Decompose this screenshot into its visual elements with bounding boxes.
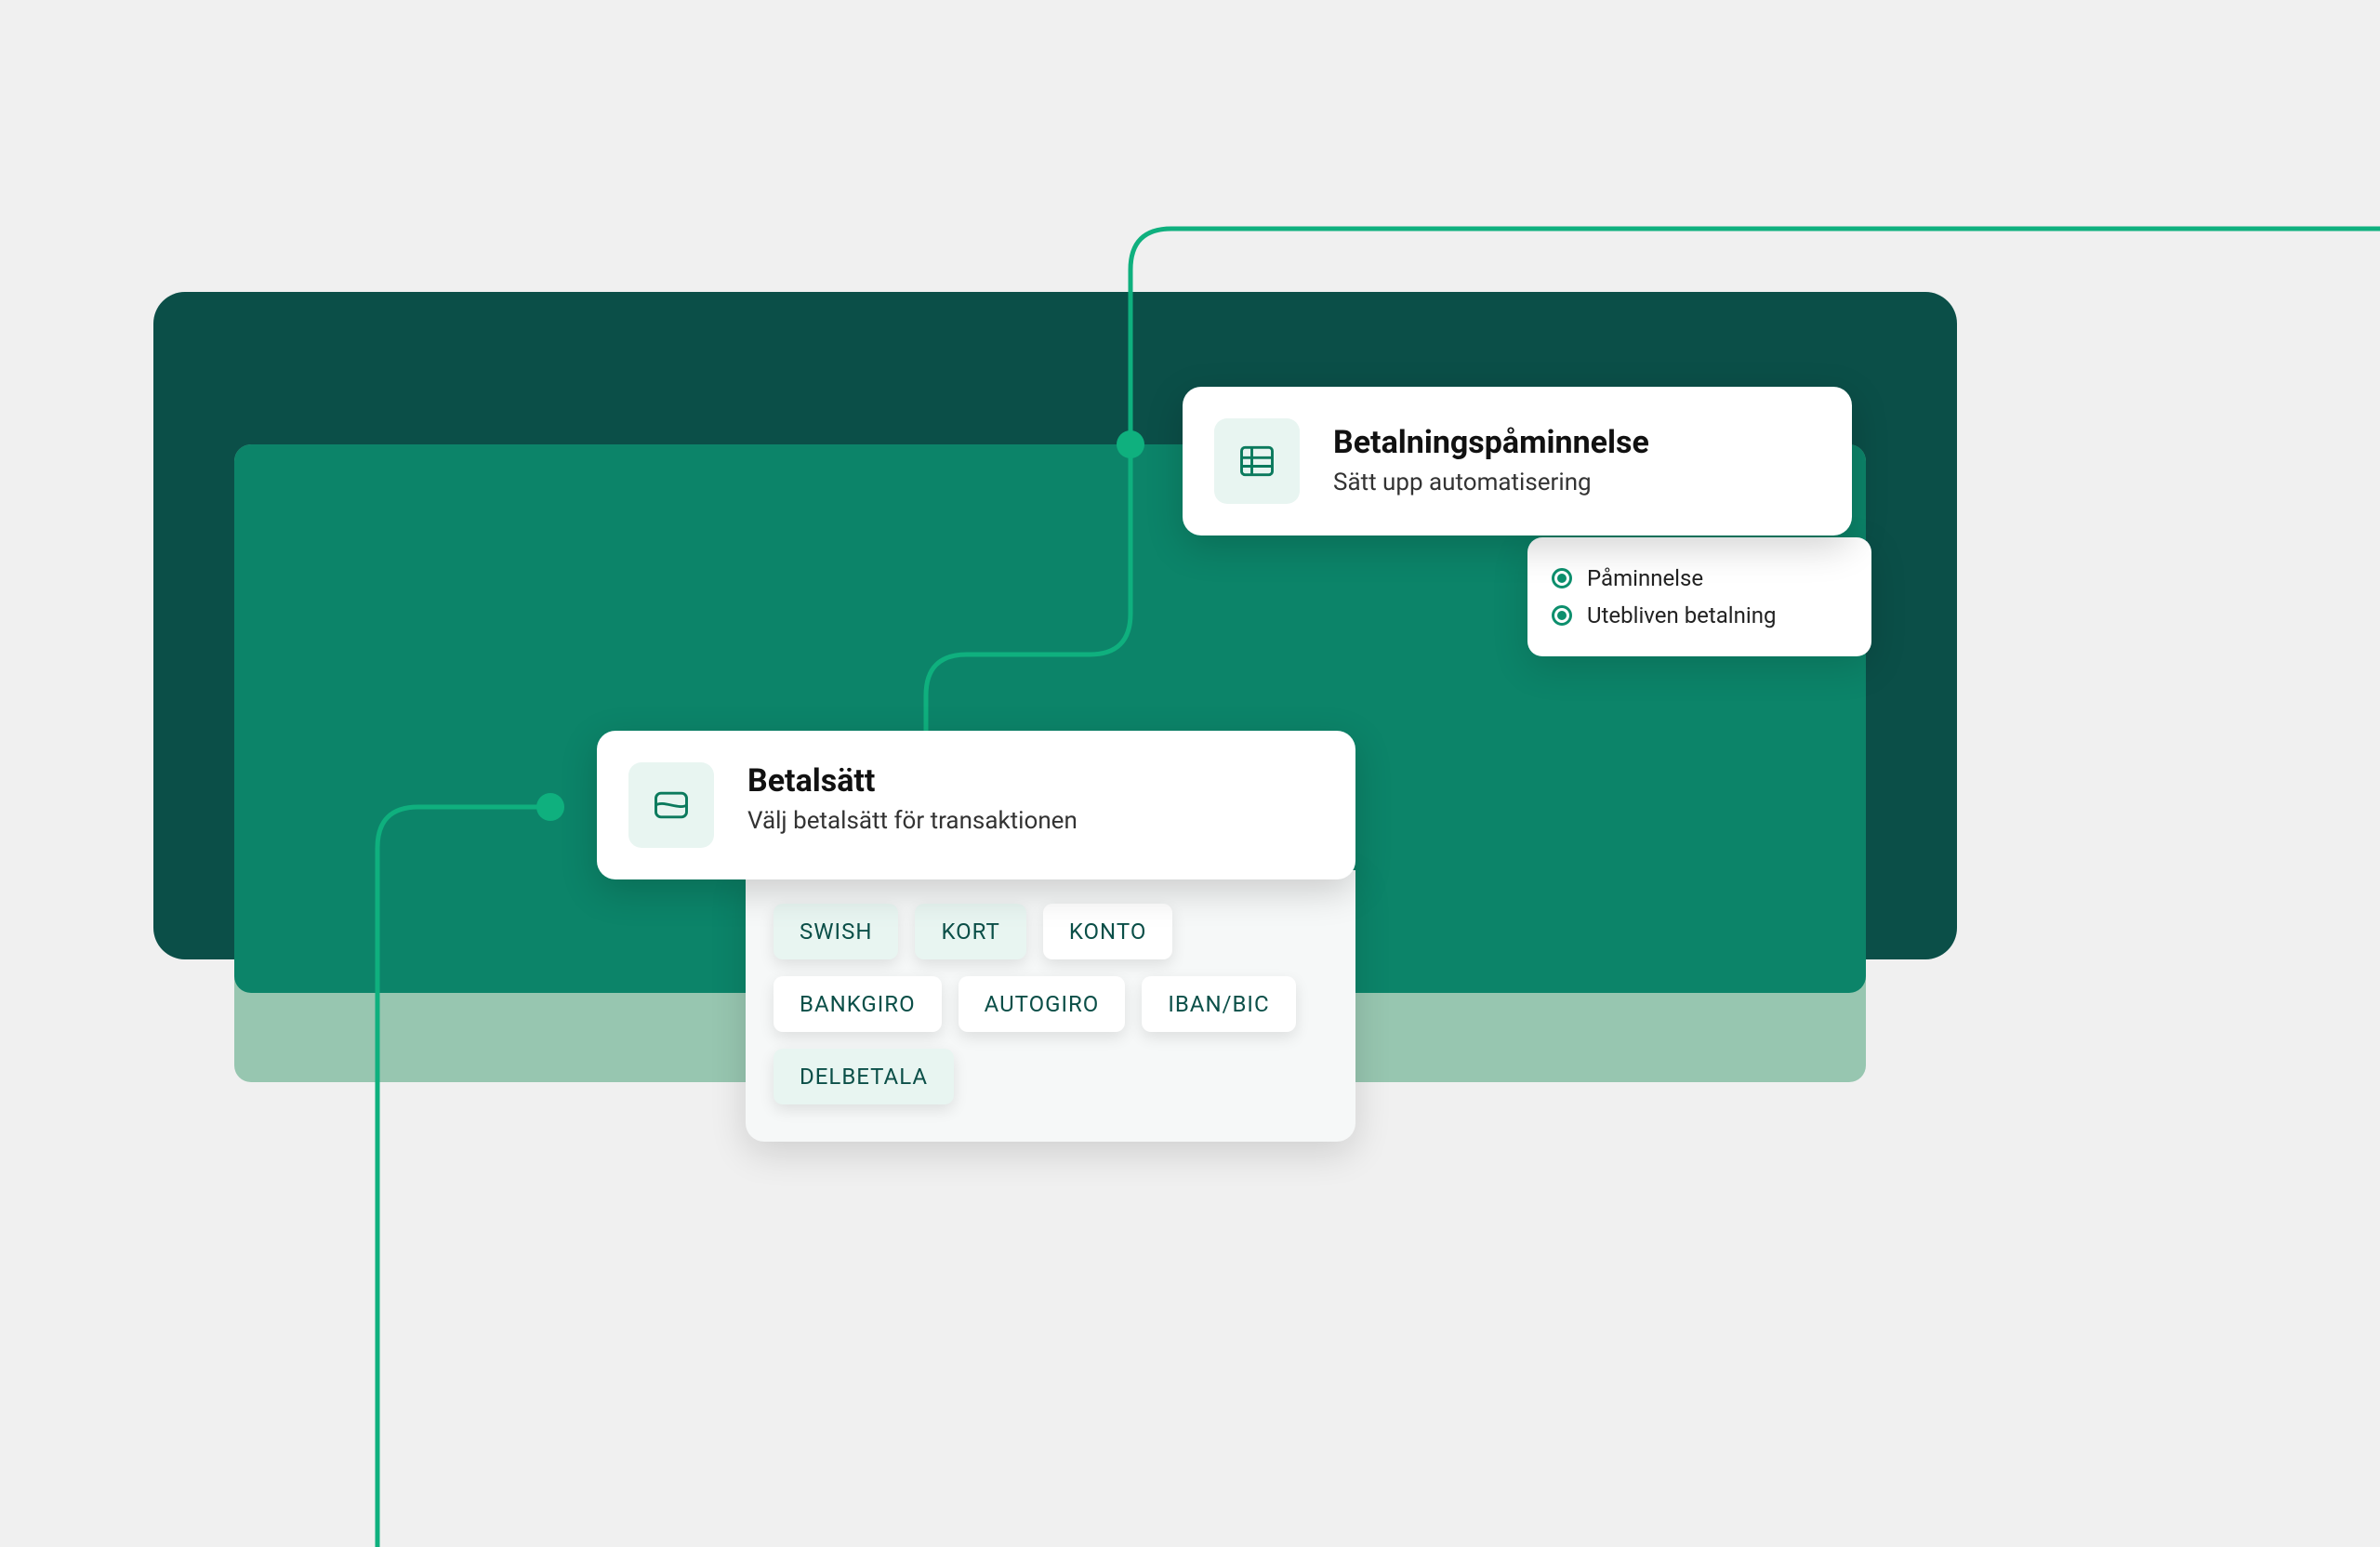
card-payment-method[interactable]: Betalsätt Välj betalsätt för transaktion… — [597, 731, 1355, 1142]
reminder-options-card: Påminnelse Utebliven betalning — [1527, 537, 1871, 656]
flow-node-reminder — [1117, 430, 1144, 458]
chip-delbetala[interactable]: DELBETALA — [774, 1049, 954, 1104]
flow-node-method — [536, 793, 564, 821]
chip-kort[interactable]: KORT — [915, 904, 1025, 959]
chip-bankgiro[interactable]: BANKGIRO — [774, 976, 942, 1032]
radio-checked-icon — [1552, 605, 1572, 626]
chip-autogiro[interactable]: AUTOGIRO — [959, 976, 1126, 1032]
method-subtitle: Välj betalsätt för transaktionen — [747, 807, 1078, 835]
method-chip-list: SWISH KORT KONTO BANKGIRO AUTOGIRO IBAN/… — [746, 870, 1355, 1142]
card-payment-reminder[interactable]: Betalningspåminnelse Sätt upp automatise… — [1183, 387, 1852, 536]
reminder-option-label: Utebliven betalning — [1587, 602, 1776, 628]
chip-konto[interactable]: KONTO — [1043, 904, 1173, 959]
table-icon — [1214, 418, 1300, 504]
reminder-title: Betalningspåminnelse — [1333, 424, 1815, 461]
chip-iban-bic[interactable]: IBAN/BIC — [1142, 976, 1295, 1032]
wallet-icon — [628, 762, 714, 848]
reminder-option[interactable]: Påminnelse — [1552, 560, 1847, 597]
chip-swish[interactable]: SWISH — [774, 904, 898, 959]
radio-checked-icon — [1552, 568, 1572, 588]
method-title: Betalsätt — [747, 762, 1078, 800]
diagram-canvas: Betalningspåminnelse Sätt upp automatise… — [0, 0, 2380, 1547]
reminder-option-label: Påminnelse — [1587, 565, 1703, 591]
reminder-subtitle: Sätt upp automatisering — [1333, 469, 1815, 496]
reminder-option[interactable]: Utebliven betalning — [1552, 597, 1847, 634]
